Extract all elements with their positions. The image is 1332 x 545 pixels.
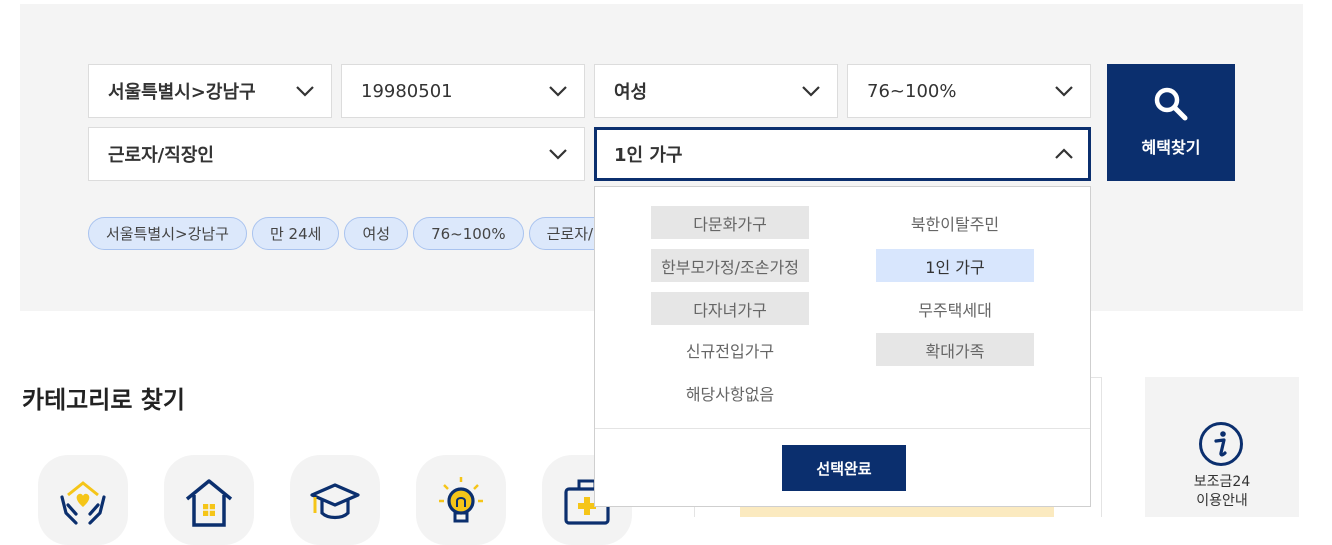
- chevron-up-icon: [1055, 148, 1073, 159]
- household-select[interactable]: 1인 가구: [594, 127, 1091, 181]
- chip-gender[interactable]: 여성: [344, 217, 409, 250]
- household-dropdown: 다문화가구 북한이탈주민 한부모가정/조손가정 1인 가구 다자녀가구 무주택세…: [594, 186, 1091, 507]
- income-select[interactable]: 76~100%: [847, 64, 1091, 118]
- graduation-cap-icon: [310, 483, 360, 520]
- chevron-down-icon: [1055, 86, 1073, 97]
- guide-line-2: 이용안내: [1196, 493, 1248, 509]
- search-icon: [1154, 87, 1188, 121]
- option-extended-family[interactable]: 확대가족: [876, 333, 1034, 366]
- option-multicultural[interactable]: 다문화가구: [651, 206, 809, 239]
- house-icon: [185, 479, 233, 527]
- info-icon: [1199, 422, 1243, 466]
- option-multi-child[interactable]: 다자녀가구: [651, 292, 809, 325]
- category-education[interactable]: [290, 455, 380, 545]
- guide-line-1: 보조금24: [1193, 474, 1251, 490]
- chip-region[interactable]: 서울특별시>강남구: [88, 217, 247, 250]
- find-benefits-button[interactable]: 혜택찾기: [1107, 64, 1235, 181]
- chip-occupation[interactable]: 근로자/직장인: [528, 217, 594, 250]
- option-north-korean-defector[interactable]: 북한이탈주민: [876, 206, 1034, 239]
- option-none[interactable]: 해당사항없음: [651, 376, 809, 409]
- find-benefits-label: 혜택찾기: [1141, 138, 1201, 157]
- region-select[interactable]: 서울특별시>강남구: [88, 64, 332, 118]
- chevron-down-icon: [296, 86, 314, 97]
- option-new-resident[interactable]: 신규전입가구: [651, 333, 809, 366]
- chevron-down-icon: [549, 149, 567, 160]
- option-single-parent[interactable]: 한부모가정/조손가정: [651, 249, 809, 282]
- lightbulb-icon: [439, 477, 483, 523]
- chevron-down-icon: [549, 86, 567, 97]
- subsidy-guide-link[interactable]: 보조금24 이용안내: [1145, 377, 1299, 517]
- category-family-care[interactable]: [38, 455, 128, 545]
- selected-filter-chips: 서울특별시>강남구 만 24세 여성 76~100% 근로자/직장인: [88, 217, 594, 251]
- occupation-select[interactable]: 근로자/직장인: [88, 127, 585, 181]
- household-value: 1인 가구: [614, 145, 683, 166]
- confirm-selection-button[interactable]: 선택완료: [782, 445, 906, 491]
- dropdown-divider: [595, 428, 1090, 429]
- category-housing[interactable]: [164, 455, 254, 545]
- subsidy-guide-label: 보조금24 이용안내: [1145, 473, 1299, 511]
- occupation-value: 근로자/직장인: [108, 145, 214, 166]
- category-title: 카테고리로 찾기: [22, 386, 185, 414]
- option-homeless[interactable]: 무주택세대: [876, 292, 1034, 325]
- chip-income[interactable]: 76~100%: [413, 217, 524, 250]
- chevron-down-icon: [802, 86, 820, 97]
- birth-date-select[interactable]: 19980501: [341, 64, 585, 118]
- hands-heart-icon: [60, 481, 106, 525]
- option-single-person[interactable]: 1인 가구: [876, 249, 1034, 282]
- chip-age[interactable]: 만 24세: [251, 217, 340, 250]
- category-jobs[interactable]: [416, 455, 506, 545]
- gender-select[interactable]: 여성: [594, 64, 838, 118]
